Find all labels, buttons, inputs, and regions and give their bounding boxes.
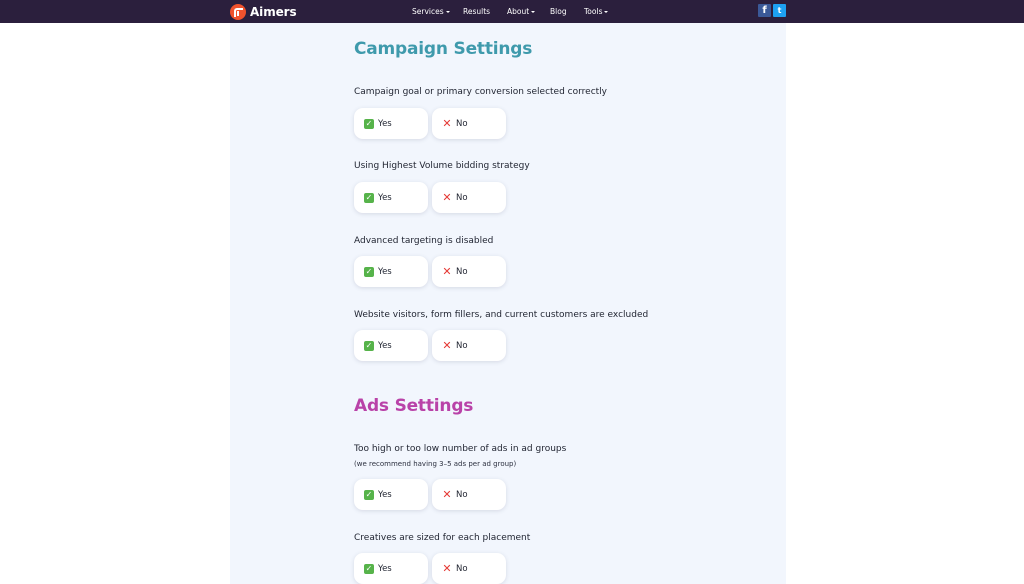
check-icon: ✓	[364, 192, 374, 203]
top-navbar: Aimers Services Results About Blog Tools…	[0, 0, 1024, 23]
yes-label: Yes	[378, 192, 392, 203]
yes-button[interactable]: ✓ Yes	[354, 256, 428, 287]
cross-icon: ✕	[442, 264, 452, 278]
nav-tools-label: Tools	[584, 7, 603, 16]
check-icon: ✓	[364, 340, 374, 351]
aimers-logo-icon	[230, 3, 246, 20]
no-label: No	[456, 192, 468, 203]
no-button[interactable]: ✕ No	[432, 182, 506, 213]
question-ads-count-hint: (we recommend having 3–5 ads per ad grou…	[354, 460, 517, 468]
cross-icon: ✕	[442, 116, 452, 130]
check-icon: ✓	[364, 563, 374, 574]
no-label: No	[456, 266, 468, 277]
yes-label: Yes	[378, 118, 392, 129]
no-button[interactable]: ✕ No	[432, 479, 506, 510]
question-advanced-targeting: Advanced targeting is disabled	[354, 236, 494, 246]
cross-icon: ✕	[442, 487, 452, 501]
nav-services[interactable]: Services	[412, 6, 450, 17]
yes-button[interactable]: ✓ Yes	[354, 108, 428, 139]
nav-blog[interactable]: Blog	[550, 6, 567, 17]
caret-down-icon	[604, 11, 609, 13]
no-button[interactable]: ✕ No	[432, 108, 506, 139]
no-label: No	[456, 489, 468, 500]
yes-label: Yes	[378, 340, 392, 351]
cross-icon: ✕	[442, 190, 452, 204]
no-label: No	[456, 563, 468, 574]
nav-results-label: Results	[463, 7, 491, 16]
check-icon: ✓	[364, 266, 374, 277]
yes-button[interactable]: ✓ Yes	[354, 182, 428, 213]
question-exclusions: Website visitors, form fillers, and curr…	[354, 310, 649, 320]
question-bidding-strategy: Using Highest Volume bidding strategy	[354, 161, 530, 171]
section-title-ads-settings: Ads Settings	[354, 396, 474, 416]
question-creatives-sized: Creatives are sized for each placement	[354, 533, 531, 543]
no-label: No	[456, 118, 468, 129]
question-campaign-goal: Campaign goal or primary conversion sele…	[354, 87, 607, 97]
yes-label: Yes	[378, 489, 392, 500]
cross-icon: ✕	[442, 561, 452, 575]
yes-button[interactable]: ✓ Yes	[354, 479, 428, 510]
no-button[interactable]: ✕ No	[432, 256, 506, 287]
cross-icon: ✕	[442, 338, 452, 352]
yes-label: Yes	[378, 266, 392, 277]
question-ads-count: Too high or too low number of ads in ad …	[354, 444, 567, 454]
nav-blog-label: Blog	[550, 7, 567, 16]
nav-results[interactable]: Results	[463, 6, 490, 17]
brand-name: Aimers	[250, 4, 297, 19]
caret-down-icon	[531, 11, 536, 13]
check-icon: ✓	[364, 489, 374, 500]
yes-button[interactable]: ✓ Yes	[354, 553, 428, 584]
brand-logo[interactable]: Aimers	[230, 3, 297, 20]
no-button[interactable]: ✕ No	[432, 330, 506, 361]
yes-button[interactable]: ✓ Yes	[354, 330, 428, 361]
no-label: No	[456, 340, 468, 351]
nav-tools[interactable]: Tools	[584, 6, 609, 17]
nav-about[interactable]: About	[507, 6, 536, 17]
twitter-icon[interactable]: t	[773, 4, 786, 17]
nav-services-label: Services	[412, 7, 444, 16]
check-icon: ✓	[364, 118, 374, 129]
checklist-panel	[230, 23, 786, 584]
nav-about-label: About	[507, 7, 530, 16]
caret-down-icon	[445, 11, 450, 13]
no-button[interactable]: ✕ No	[432, 553, 506, 584]
facebook-icon[interactable]: f	[758, 4, 771, 17]
section-title-campaign-settings: Campaign Settings	[354, 39, 533, 59]
yes-label: Yes	[378, 563, 392, 574]
